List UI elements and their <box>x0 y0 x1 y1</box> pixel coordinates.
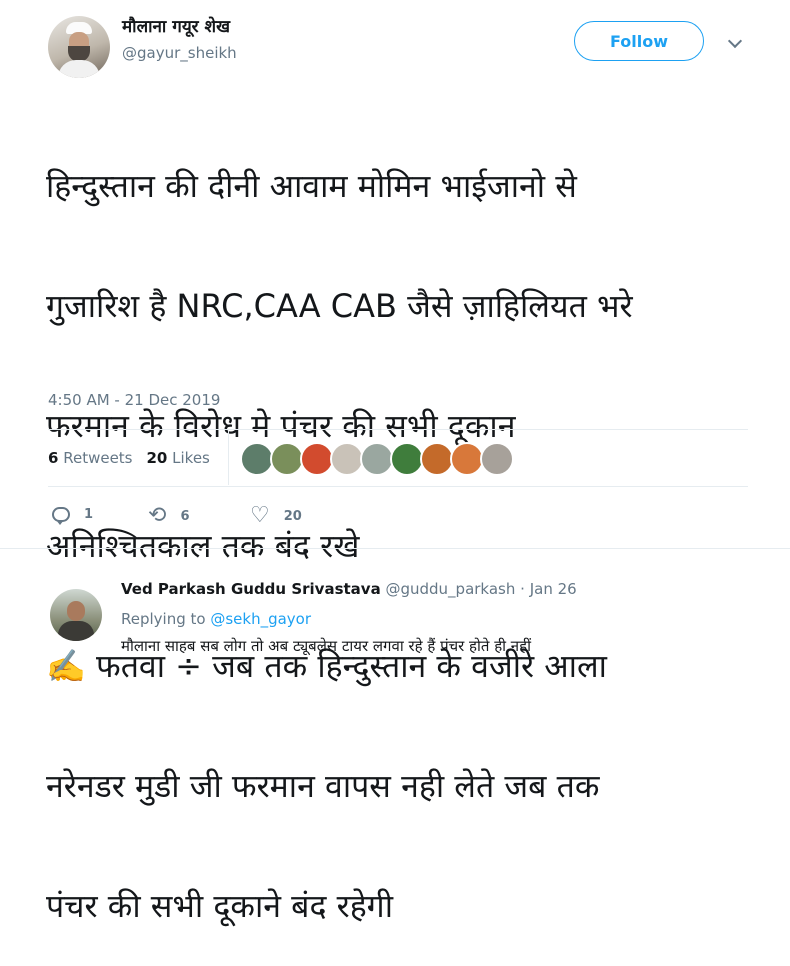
reply-separator: · <box>520 580 525 598</box>
author-handle[interactable]: @gayur_sheikh <box>122 44 237 62</box>
tweet-text-line: पंचर की सभी दूकाने बंद रहेगी <box>46 887 393 925</box>
liker-avatar[interactable] <box>330 442 364 476</box>
reply-header: Ved Parkash Guddu Srivastava @guddu_park… <box>121 580 577 598</box>
retweet-count: 6 <box>180 508 190 524</box>
liker-avatar[interactable] <box>420 442 454 476</box>
tweet-stats: 6 Retweets 20 Likes <box>48 449 210 467</box>
tweet-text-line: नरेनडर मुडी जी फरमान वापस नही लेते जब तक <box>46 767 600 805</box>
tweet-text-line: हिन्दुस्तान की दीनी आवाम मोमिन भाईजानो स… <box>46 167 577 205</box>
retweets-label: Retweets <box>63 449 133 467</box>
reply-icon <box>52 507 70 525</box>
tweet-text-line: गुजारिश है NRC,CAA CAB जैसे ज़ाहिलियत भर… <box>46 287 633 325</box>
reply-count: 1 <box>84 507 94 522</box>
replying-to: Replying to @sekh_gayor <box>121 610 311 628</box>
likes-label: Likes <box>172 449 210 467</box>
likes-stat[interactable]: 20 Likes <box>147 449 210 467</box>
author-display-name[interactable]: मौलाना गयूर शेख <box>122 14 230 37</box>
heart-icon: ♡ <box>250 503 270 528</box>
liker-avatar[interactable] <box>270 442 304 476</box>
stats-separator <box>228 431 229 485</box>
reply-author-name[interactable]: Ved Parkash Guddu Srivastava <box>121 580 381 598</box>
retweets-stat[interactable]: 6 Retweets <box>48 449 133 467</box>
liker-avatar[interactable] <box>450 442 484 476</box>
liker-avatar[interactable] <box>300 442 334 476</box>
tweet-text-line: फरमान के विरोध मे पंचर की सभी दूकान <box>46 407 516 445</box>
retweet-icon: ⟲ <box>148 503 167 528</box>
reply-action[interactable]: 1 <box>52 507 94 525</box>
liker-avatar[interactable] <box>360 442 394 476</box>
tweet-timestamp[interactable]: 4:50 AM - 21 Dec 2019 <box>48 391 220 409</box>
reply-date[interactable]: Jan 26 <box>530 580 577 598</box>
replying-to-mention[interactable]: @sekh_gayor <box>210 610 311 628</box>
likes-count: 20 <box>146 449 168 467</box>
divider <box>48 429 748 430</box>
liker-avatar[interactable] <box>390 442 424 476</box>
liker-avatar[interactable] <box>240 442 274 476</box>
retweet-action[interactable]: ⟲ 6 <box>148 503 190 528</box>
chevron-down-icon[interactable] <box>727 33 743 49</box>
retweets-count: 6 <box>48 449 59 467</box>
divider <box>48 486 748 487</box>
reply-text: मौलाना साहब सब लोग तो अब ट्यूबलेस टायर ल… <box>121 637 531 655</box>
like-action[interactable]: ♡ 20 <box>250 503 302 528</box>
author-avatar[interactable] <box>48 16 110 78</box>
reply-author-handle[interactable]: @guddu_parkash <box>385 580 515 598</box>
divider <box>0 548 790 549</box>
tweet-text-line: अनिश्चितकाल तक बंद रखे <box>46 527 360 565</box>
reply-author-avatar[interactable] <box>50 589 102 641</box>
like-count: 20 <box>283 508 302 524</box>
liker-avatar[interactable] <box>480 442 514 476</box>
replying-to-label: Replying to <box>121 610 206 628</box>
follow-button[interactable]: Follow <box>574 21 704 61</box>
